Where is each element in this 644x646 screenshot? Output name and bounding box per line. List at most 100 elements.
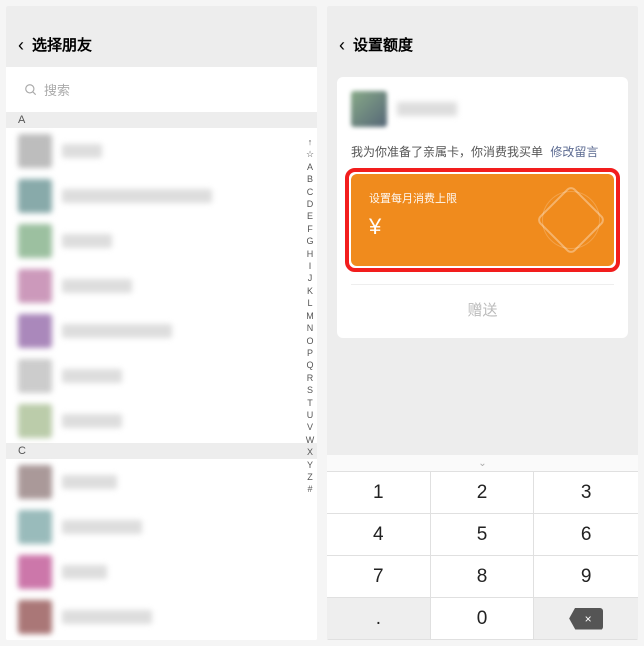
alpha-index-item[interactable]: P (307, 347, 313, 359)
alpha-index-item[interactable]: B (307, 173, 313, 185)
avatar (18, 314, 52, 348)
alpha-index-item[interactable]: Z (307, 471, 313, 483)
contact-row[interactable] (6, 459, 317, 504)
contact-name (62, 279, 132, 293)
alpha-index-item[interactable]: Y (307, 459, 313, 471)
search-input[interactable]: 搜索 (14, 73, 309, 106)
gift-button[interactable]: 赠送 (351, 284, 614, 324)
backspace-icon (569, 608, 603, 630)
alpha-index-item[interactable]: U (307, 409, 314, 421)
right-phone: ‹ 设置额度 我为你准备了亲属卡，你消费我买单 修改留言 设置每月消费上限 ¥ (327, 6, 638, 640)
key-4[interactable]: 4 (327, 514, 431, 556)
alpha-index-item[interactable]: M (306, 310, 314, 322)
avatar (18, 510, 52, 544)
contact-name (62, 610, 152, 624)
status-bar (6, 6, 317, 24)
contact-row[interactable] (6, 504, 317, 549)
alpha-index-item[interactable]: Q (306, 359, 313, 371)
message-text: 我为你准备了亲属卡，你消费我买单 修改留言 (351, 143, 614, 160)
alpha-index-item[interactable]: ☆ (306, 148, 314, 160)
contact-name (62, 565, 107, 579)
contact-row[interactable] (6, 128, 317, 173)
back-icon[interactable]: ‹ (18, 36, 24, 54)
header: ‹ 设置额度 (327, 24, 638, 67)
recipient-name (397, 102, 457, 116)
contact-name (62, 414, 122, 428)
alpha-index-item[interactable]: R (307, 372, 314, 384)
contact-name (62, 189, 212, 203)
contact-name (62, 324, 172, 338)
contact-name (62, 144, 102, 158)
avatar (18, 269, 52, 303)
header: ‹ 选择朋友 (6, 24, 317, 67)
alpha-index-item[interactable]: W (306, 434, 315, 446)
key-7[interactable]: 7 (327, 556, 431, 598)
edit-message-link[interactable]: 修改留言 (550, 145, 598, 159)
alpha-index-item[interactable]: # (307, 483, 312, 495)
alpha-index-item[interactable]: O (306, 335, 313, 347)
key-6[interactable]: 6 (534, 514, 638, 556)
alpha-index-item[interactable]: A (307, 161, 313, 173)
contact-name (62, 520, 142, 534)
alpha-index[interactable]: ↑☆ABCDEFGHIJKLMNOPQRSTUVWXYZ# (304, 136, 316, 496)
page-title: 设置额度 (353, 34, 413, 55)
contact-name (62, 475, 117, 489)
status-bar (327, 6, 638, 24)
alpha-index-item[interactable]: I (309, 260, 312, 272)
alpha-index-item[interactable]: C (307, 186, 314, 198)
key-2[interactable]: 2 (431, 472, 535, 514)
key-0[interactable]: 0 (431, 598, 535, 640)
alpha-index-item[interactable]: F (307, 223, 313, 235)
search-placeholder: 搜索 (44, 80, 70, 99)
numeric-keypad: ⌄ 123 456 789.0 (327, 455, 638, 640)
alpha-index-item[interactable]: N (307, 322, 314, 334)
alpha-index-item[interactable]: D (307, 198, 314, 210)
page-title: 选择朋友 (32, 34, 92, 55)
key-5[interactable]: 5 (431, 514, 535, 556)
avatar (18, 465, 52, 499)
left-phone: ‹ 选择朋友 搜索 AC ↑☆ABCDEFGHIJKLMNOPQRSTUVWXY… (6, 6, 317, 640)
back-icon[interactable]: ‹ (339, 36, 345, 54)
contact-row[interactable] (6, 218, 317, 263)
contacts-list: AC (6, 112, 317, 640)
alpha-index-item[interactable]: G (306, 235, 313, 247)
alpha-index-item[interactable]: K (307, 285, 313, 297)
alpha-index-item[interactable]: J (308, 272, 313, 284)
alpha-index-item[interactable]: ↑ (308, 136, 313, 148)
contact-row[interactable] (6, 549, 317, 594)
limit-input-box[interactable]: 设置每月消费上限 ¥ (351, 174, 614, 266)
search-icon (24, 83, 38, 97)
contact-row[interactable] (6, 263, 317, 308)
contact-row[interactable] (6, 398, 317, 443)
contact-name (62, 234, 112, 248)
recipient-row (351, 91, 614, 127)
avatar (18, 555, 52, 589)
alpha-index-item[interactable]: X (307, 446, 313, 458)
alpha-index-item[interactable]: H (307, 248, 314, 260)
alpha-index-item[interactable]: T (307, 397, 313, 409)
avatar (18, 600, 52, 634)
contact-row[interactable] (6, 353, 317, 398)
key-backspace[interactable] (534, 598, 638, 640)
avatar (351, 91, 387, 127)
avatar (18, 404, 52, 438)
section-header: A (6, 112, 317, 128)
avatar (18, 179, 52, 213)
contact-row[interactable] (6, 308, 317, 353)
avatar (18, 359, 52, 393)
avatar (18, 134, 52, 168)
alpha-index-item[interactable]: E (307, 210, 313, 222)
key-9[interactable]: 9 (534, 556, 638, 598)
key-1[interactable]: 1 (327, 472, 431, 514)
key-8[interactable]: 8 (431, 556, 535, 598)
contact-row[interactable] (6, 173, 317, 218)
keypad-handle-icon[interactable]: ⌄ (327, 455, 638, 471)
avatar (18, 224, 52, 258)
alpha-index-item[interactable]: L (307, 297, 312, 309)
alpha-index-item[interactable]: S (307, 384, 313, 396)
key-dot[interactable]: . (327, 598, 431, 640)
contact-name (62, 369, 122, 383)
key-3[interactable]: 3 (534, 472, 638, 514)
contact-row[interactable] (6, 594, 317, 639)
alpha-index-item[interactable]: V (307, 421, 313, 433)
